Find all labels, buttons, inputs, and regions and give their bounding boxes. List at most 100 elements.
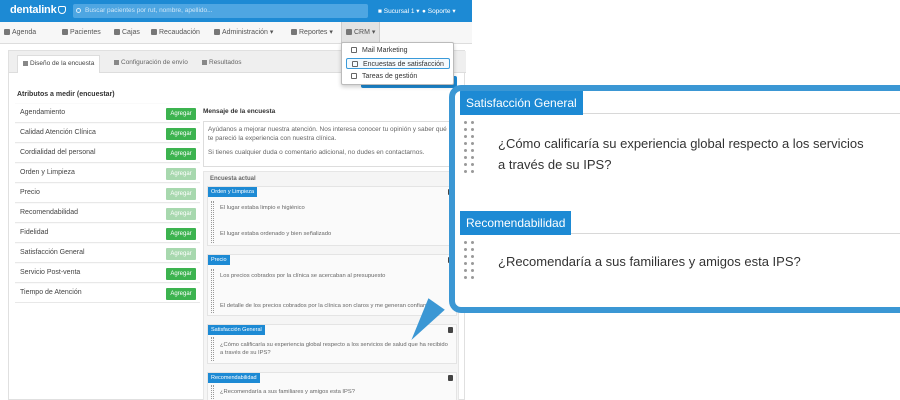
- drag-handle-icon[interactable]: [211, 337, 214, 361]
- attributes-list: Agendamiento Agregar Calidad Atención Clí…: [15, 103, 200, 303]
- nav-administracion[interactable]: Administración ▾: [214, 22, 273, 44]
- attribute-name: Servicio Post-venta: [20, 269, 81, 276]
- envelope-icon: [351, 47, 357, 53]
- attribute-name: Agendamiento: [20, 109, 66, 116]
- menu-label: Mail Marketing: [362, 47, 408, 54]
- attribute-name: Recomendabilidad: [20, 209, 78, 216]
- nav-label: CRM ▾: [354, 29, 376, 36]
- branch-label: Sucursal 1: [383, 8, 415, 15]
- attribute-row: Servicio Post-venta Agregar: [15, 263, 200, 283]
- callout-question: ¿Cómo calificaría su experiencia global …: [498, 133, 900, 175]
- survey-question: El lugar estaba ordenado y bien señaliza…: [220, 231, 332, 237]
- search-placeholder: Buscar pacientes por rut, nombre, apelli…: [85, 7, 213, 14]
- nav-label: Agenda: [12, 29, 37, 36]
- block-tag: Orden y Limpieza: [208, 187, 258, 197]
- callout-tag: Satisfacción General: [460, 91, 583, 115]
- tab-label: Resultados: [209, 59, 242, 66]
- current-survey-label: Encuesta actual: [210, 176, 256, 182]
- survey-block[interactable]: Precio Los precios cobrados por la clíni…: [207, 254, 457, 316]
- tab-send-config[interactable]: Configuración de envío: [109, 55, 193, 73]
- add-attribute-button[interactable]: Agregar: [166, 208, 196, 220]
- nav-pacientes[interactable]: Pacientes: [62, 22, 101, 44]
- attribute-name: Cordialidad del personal: [20, 149, 96, 156]
- attribute-row: Agendamiento Agregar: [15, 103, 200, 123]
- attribute-name: Calidad Atención Clínica: [20, 129, 96, 136]
- survey-icon: [352, 61, 358, 67]
- link-icon: [346, 29, 352, 35]
- nav-label: Pacientes: [70, 29, 101, 36]
- user-label: Soporte: [427, 8, 451, 15]
- crm-dropdown-menu: Mail Marketing Encuestas de satisfacción…: [341, 42, 454, 85]
- trash-icon[interactable]: [448, 327, 453, 333]
- add-attribute-button[interactable]: Agregar: [166, 228, 196, 240]
- callout-block-satisfaction: Satisfacción General ¿Cómo calificaría s…: [460, 91, 900, 201]
- branch-selector[interactable]: ■ Sucursal 1 ▾: [378, 7, 420, 15]
- callout-question: ¿Recomendaría a sus familiares y amigos …: [498, 254, 801, 269]
- survey-question: Los precios cobrados por la clínica se a…: [220, 273, 386, 279]
- message-line: te pareció la experiencia con nuestra cl…: [208, 135, 337, 142]
- attribute-row: Calidad Atención Clínica Agregar: [15, 123, 200, 143]
- tab-survey-design[interactable]: Diseño de la encuesta: [17, 55, 101, 73]
- survey-block[interactable]: Recomendabilidad ¿Recomendaría a sus fam…: [207, 372, 457, 400]
- search-icon: [76, 8, 81, 13]
- add-attribute-button[interactable]: Agregar: [166, 128, 196, 140]
- nav-label: Cajas: [122, 29, 140, 36]
- block-tag: Precio: [208, 255, 230, 265]
- checkbox-icon: [351, 73, 357, 79]
- add-attribute-button[interactable]: Agregar: [166, 288, 196, 300]
- attribute-name: Precio: [20, 189, 40, 196]
- add-attribute-button[interactable]: Agregar: [166, 168, 196, 180]
- chart-icon: [202, 60, 207, 65]
- menu-item-management-tasks[interactable]: Tareas de gestión: [346, 71, 417, 82]
- nav-label: Recaudación: [159, 29, 200, 36]
- message-line: Ayúdanos a mejorar nuestra atención. Nos…: [208, 126, 447, 133]
- message-line: Si tienes cualquier duda o comentario ad…: [208, 149, 425, 156]
- top-bar: dentalink Buscar pacientes por rut, nomb…: [0, 0, 472, 22]
- nav-cajas[interactable]: Cajas: [114, 22, 140, 44]
- add-attribute-button[interactable]: Agregar: [166, 248, 196, 260]
- tab-results[interactable]: Resultados: [197, 55, 247, 73]
- money-icon: [151, 29, 157, 35]
- current-survey-area: Encuesta actual Orden y Limpieza El luga…: [203, 171, 459, 400]
- calendar-icon: [4, 29, 10, 35]
- tab-label: Configuración de envío: [121, 59, 188, 66]
- nav-recaudacion[interactable]: Recaudación: [151, 22, 200, 44]
- survey-question: El detalle de los precios cobrados por l…: [220, 303, 433, 309]
- attribute-row: Tiempo de Atención Agregar: [15, 283, 200, 303]
- menu-label: Encuestas de satisfacción: [363, 61, 444, 68]
- attribute-row: Orden y Limpieza Agregar: [15, 163, 200, 183]
- drag-handle-icon[interactable]: [211, 385, 214, 400]
- attribute-row: Cordialidad del personal Agregar: [15, 143, 200, 163]
- drag-handle-icon[interactable]: [211, 201, 214, 243]
- zoom-callout: Satisfacción General ¿Cómo calificaría s…: [449, 85, 900, 313]
- callout-question-line: a través de su IPS?: [498, 157, 612, 172]
- users-icon: [62, 29, 68, 35]
- drag-handle-icon[interactable]: [211, 269, 214, 313]
- attribute-row: Recomendabilidad Agregar: [15, 203, 200, 223]
- survey-message-textarea[interactable]: Ayúdanos a mejorar nuestra atención. Nos…: [203, 121, 459, 167]
- menu-item-satisfaction-surveys[interactable]: Encuestas de satisfacción: [346, 58, 450, 69]
- patient-search-input[interactable]: Buscar pacientes por rut, nombre, apelli…: [73, 4, 368, 18]
- add-attribute-button[interactable]: Agregar: [166, 188, 196, 200]
- menu-label: Tareas de gestión: [362, 73, 418, 80]
- add-attribute-button[interactable]: Agregar: [166, 268, 196, 280]
- callout-question-line: ¿Cómo calificaría su experiencia global …: [498, 136, 864, 151]
- block-tag: Satisfacción General: [208, 325, 265, 335]
- menu-item-mail-marketing[interactable]: Mail Marketing: [346, 45, 408, 56]
- nav-label: Reportes ▾: [299, 29, 333, 36]
- survey-question: ¿Recomendaría a sus familiares y amigos …: [220, 389, 355, 395]
- trash-icon[interactable]: [448, 375, 453, 381]
- edit-icon: [23, 61, 28, 66]
- add-attribute-button[interactable]: Agregar: [166, 148, 196, 160]
- briefcase-icon: [214, 29, 220, 35]
- attributes-title: Atributos a medir (encuestar): [17, 91, 115, 98]
- add-attribute-button[interactable]: Agregar: [166, 108, 196, 120]
- nav-crm[interactable]: CRM ▾: [341, 22, 381, 44]
- attribute-name: Tiempo de Atención: [20, 289, 82, 296]
- survey-design-panel: Diseño de la encuesta Configuración de e…: [8, 50, 466, 400]
- nav-reportes[interactable]: Reportes ▾: [291, 22, 333, 44]
- dentalink-logo[interactable]: dentalink: [10, 4, 66, 16]
- nav-agenda[interactable]: Agenda: [4, 22, 36, 44]
- user-menu[interactable]: ● Soporte ▾: [422, 7, 456, 15]
- survey-block[interactable]: Orden y Limpieza El lugar estaba limpio …: [207, 186, 457, 246]
